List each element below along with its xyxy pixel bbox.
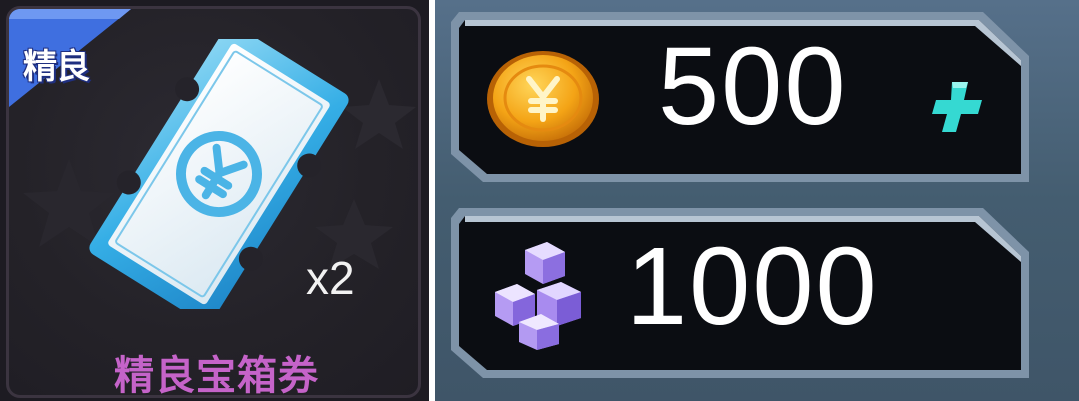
item-name: 精良宝箱券 xyxy=(114,353,319,398)
gold-coin-icon xyxy=(487,51,599,147)
item-card[interactable]: 精良 x2 精良宝箱券 xyxy=(0,0,429,401)
plus-icon[interactable] xyxy=(928,76,988,136)
item-quantity: x2 xyxy=(306,252,355,304)
currency-panel: 500 1000 xyxy=(435,0,1079,401)
item-card-frame: 精良 x2 精良宝箱券 xyxy=(6,6,421,398)
gem-currency-row: 1000 xyxy=(443,200,1059,385)
rarity-label: 精良 xyxy=(23,47,90,87)
purple-crystal-icon xyxy=(495,242,581,350)
gold-currency-row: 500 xyxy=(443,4,1059,189)
gem-amount: 1000 xyxy=(626,225,879,348)
gold-amount: 500 xyxy=(658,25,848,148)
screenshot-stage: 精良 x2 精良宝箱券 500 1000 xyxy=(0,0,1079,401)
